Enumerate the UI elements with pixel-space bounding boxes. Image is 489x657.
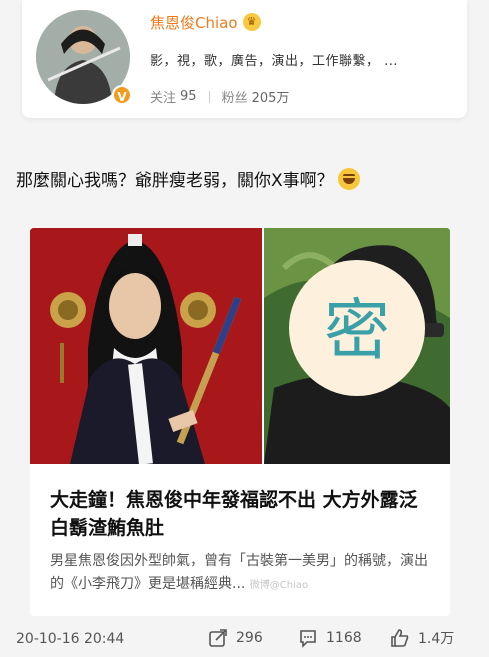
comment-button[interactable]: 1168	[298, 628, 362, 648]
profile-tags: 影，視，歌，廣告，演出，工作聯繫， ...	[150, 54, 399, 69]
article-title[interactable]: 大走鐘！焦恩俊中年發福認不出 大方外露泛白鬍渣鮪魚肚	[50, 486, 435, 542]
post-timestamp: 20-10-16 20:44	[16, 631, 125, 647]
fans-label[interactable]: 粉丝	[222, 87, 248, 106]
member-crown-icon: ♛	[242, 13, 261, 31]
recent-photo-image: 密	[264, 228, 450, 464]
post-footer: 20-10-16 20:44 296 1168 1.4万	[0, 622, 489, 657]
article-summary: 男星焦恩俊因外型帥氣，曾有「古裝第一美男」的稱號，演出的《小李飛刀》更是堪稱經典…	[50, 550, 435, 597]
verified-badge-icon: V	[112, 85, 132, 105]
article-summary-text: 男星焦恩俊因外型帥氣，曾有「古裝第一美男」的稱號，演出的《小李飛刀》更是堪稱經典…	[50, 553, 428, 592]
share-icon	[209, 629, 227, 647]
profile-card: V 焦恩俊Chiao ♛ 影，視，歌，廣告，演出，工作聯繫， ... 关注 95…	[22, 0, 467, 118]
comment-count: 1168	[326, 630, 362, 646]
share-count: 296	[236, 630, 263, 646]
mosaic-char: 密	[324, 292, 390, 369]
follow-count[interactable]: 95	[180, 89, 197, 104]
follow-label[interactable]: 关注	[150, 87, 176, 106]
profile-name[interactable]: 焦恩俊Chiao	[150, 12, 238, 33]
thumbs-up-icon	[391, 629, 409, 647]
weibo-watermark: 微博@Chiao	[249, 580, 309, 591]
share-button[interactable]: 296	[208, 628, 263, 648]
post-text-content: 那麼關心我嗎？爺胖瘦老弱，關你X事啊？	[16, 171, 334, 191]
costume-actor-image	[30, 228, 262, 465]
laughing-emoji-icon	[337, 167, 360, 190]
profile-stats: 关注 95 粉丝 205万	[150, 87, 289, 106]
stats-divider	[208, 90, 210, 103]
article-photo-costume	[30, 228, 262, 465]
fans-count[interactable]: 205万	[252, 87, 290, 106]
comment-icon	[300, 630, 316, 648]
post-text: 那麼關心我嗎？爺胖瘦老弱，關你X事啊？	[16, 166, 360, 191]
article-photo-recent: 密	[264, 228, 450, 464]
like-button[interactable]: 1.4万	[390, 628, 454, 648]
article-card[interactable]: 密 大走鐘！焦恩俊中年發福認不出 大方外露泛白鬍渣鮪魚肚 男星焦恩俊因外型帥氣，…	[30, 228, 450, 616]
like-count: 1.4万	[418, 631, 455, 647]
